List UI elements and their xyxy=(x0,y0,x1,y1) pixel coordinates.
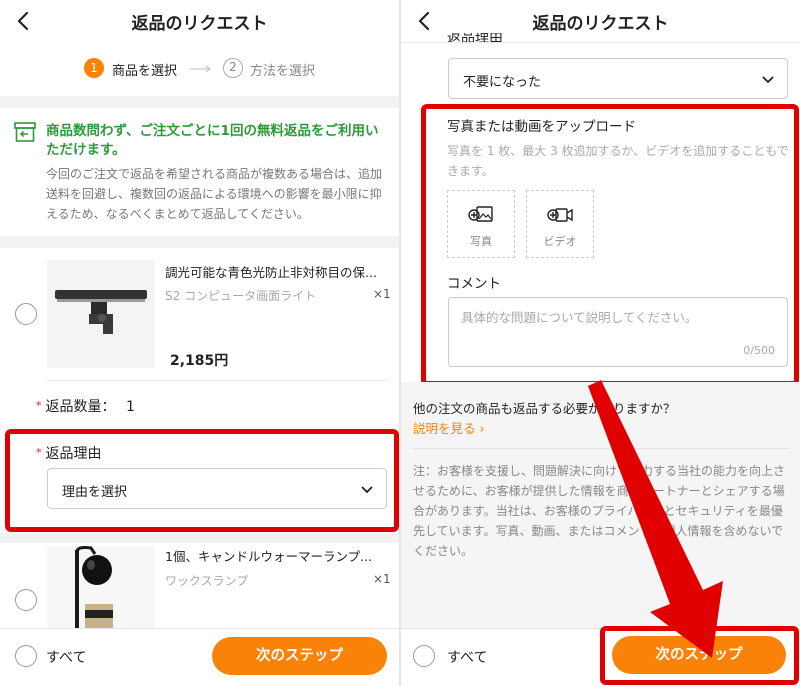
comment-label: コメント xyxy=(447,276,501,292)
item-2-variant: ワックスランプ xyxy=(165,574,249,588)
item-1-title[interactable]: 調光可能な青色光防止非対称目の保... xyxy=(165,262,387,281)
add-video-button[interactable]: ビデオ xyxy=(526,190,594,258)
select-all-label[interactable]: すべて xyxy=(447,647,487,667)
chevron-down-icon xyxy=(361,486,373,494)
section-gap xyxy=(0,533,399,543)
other-items-link[interactable]: 説明を見る › xyxy=(413,418,485,437)
comment-placeholder: 具体的な問題について説明してください。 xyxy=(461,310,698,325)
page-title: 返品のリクエスト xyxy=(532,14,669,34)
return-reason-select[interactable]: 不要になった xyxy=(448,58,788,99)
divider xyxy=(47,380,387,381)
item-1-quantity: ×1 xyxy=(373,287,391,301)
return-reason-label-clipped: 返品理由 xyxy=(447,33,503,46)
step-1-label: 商品を選択 xyxy=(112,64,178,79)
return-reason-select[interactable]: 理由を選択 xyxy=(47,468,387,509)
item-1-thumbnail[interactable] xyxy=(47,260,155,368)
step-2-label: 方法を選択 xyxy=(250,64,316,79)
return-reason-value: 不要になった xyxy=(463,75,542,90)
step-arrow-icon xyxy=(190,65,211,73)
select-all-radio[interactable] xyxy=(15,645,37,667)
chevron-right-icon: › xyxy=(479,421,485,436)
left-screen: 返品のリクエスト 1 商品を選択 2 方法を選択 商品数問わず、ご注文ごとに1回… xyxy=(0,0,399,686)
other-items-question: 他の注文の商品も返品する必要がありますか？ xyxy=(413,401,676,416)
add-photo-icon xyxy=(468,206,493,222)
add-video-label: ビデオ xyxy=(543,235,577,248)
section-gap xyxy=(0,96,399,108)
select-all-label[interactable]: すべて xyxy=(46,647,86,667)
header: 返品のリクエスト xyxy=(0,0,399,42)
bottom-bar: すべて 次のステップ xyxy=(0,628,399,686)
step-1-number: 1 xyxy=(84,58,104,78)
select-all-radio[interactable] xyxy=(413,645,435,667)
monitor-light-image xyxy=(55,290,147,334)
item-2-quantity: ×1 xyxy=(373,572,391,586)
free-return-icon xyxy=(14,122,36,142)
comment-textarea[interactable]: 具体的な問題について説明してください。 0/500 xyxy=(448,297,788,367)
divider xyxy=(413,448,788,449)
add-photo-button[interactable]: 写真 xyxy=(447,190,515,258)
section-gap xyxy=(0,236,399,248)
right-screen: 返品のリクエスト 返品理由 不要になった 写真または動画をアップロード 写真を … xyxy=(401,0,800,686)
step-2-number: 2 xyxy=(223,58,243,78)
chevron-down-icon xyxy=(762,76,774,84)
stepper: 1 商品を選択 2 方法を選択 xyxy=(0,56,399,84)
upload-hint: 写真を 1 枚、最大 3 枚追加するか、ビデオを追加することもできます。 xyxy=(447,144,789,178)
candle-lamp-image xyxy=(75,546,113,628)
return-quantity-label: * 返品数量： 1 xyxy=(36,399,135,415)
comment-char-counter: 0/500 xyxy=(743,344,775,357)
free-return-title: 商品数問わず、ご注文ごとに1回の無料返品をご利用いただけます。 xyxy=(46,123,379,158)
free-return-description: 今回のご注文で返品を希望される商品が複数ある場合は、追加送料を回避し、複数回の返… xyxy=(46,167,383,221)
item-2-radio[interactable] xyxy=(15,589,37,611)
next-step-button[interactable]: 次のステップ xyxy=(612,636,786,674)
privacy-notice: 注：お客様を支援し、問題解決に向けて努力する当社の能力を向上させるために、お客様… xyxy=(413,464,786,558)
add-photo-label: 写真 xyxy=(470,235,492,248)
item-1-variant: S2 コンピュータ画面ライト xyxy=(165,289,317,303)
item-2-title[interactable]: 1個、キャンドルウォーマーランプ... xyxy=(165,546,387,565)
item-1-radio[interactable] xyxy=(15,303,37,325)
add-video-icon xyxy=(547,208,573,222)
upload-title: 写真または動画をアップロード xyxy=(447,119,636,135)
return-reason-label: * 返品理由 xyxy=(36,446,102,462)
item-1-price: 2,185円 xyxy=(170,353,229,369)
next-step-button[interactable]: 次のステップ xyxy=(212,637,387,675)
return-reason-value: 理由を選択 xyxy=(62,485,128,500)
bottom-bar: すべて 次のステップ xyxy=(401,626,800,686)
return-quantity-value: 1 xyxy=(125,399,135,415)
item-2-thumbnail[interactable] xyxy=(47,546,155,628)
page-title: 返品のリクエスト xyxy=(131,14,268,34)
